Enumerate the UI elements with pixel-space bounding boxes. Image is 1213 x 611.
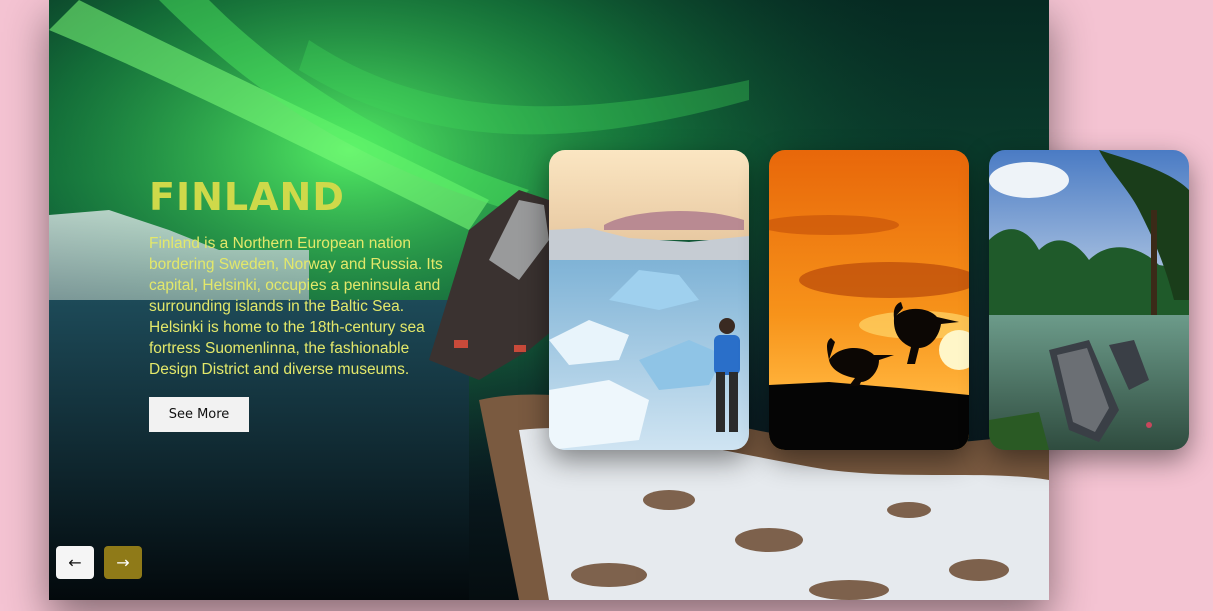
slider-navigation: ← → — [56, 546, 142, 579]
thumbnail-cards — [549, 150, 1189, 450]
hero-content: FINLAND Finland is a Northern European n… — [149, 175, 454, 432]
card-backwater[interactable] — [989, 150, 1189, 450]
see-more-button[interactable]: See More — [149, 397, 249, 432]
arrow-left-icon: ← — [68, 553, 82, 572]
kangaroo-sunset-image — [769, 150, 969, 450]
glacier-lagoon-hiker-image — [549, 150, 749, 450]
next-button[interactable]: → — [104, 546, 142, 579]
travel-slider: FINLAND Finland is a Northern European n… — [49, 0, 1189, 600]
prev-button[interactable]: ← — [56, 546, 94, 579]
hero-description: Finland is a Northern European nation bo… — [149, 235, 443, 378]
arrow-right-icon: → — [116, 553, 130, 572]
card-glacier[interactable] — [549, 150, 749, 450]
hero-title: FINLAND — [149, 175, 345, 219]
tropical-backwater-boats-image — [989, 150, 1189, 450]
card-kangaroo[interactable] — [769, 150, 969, 450]
